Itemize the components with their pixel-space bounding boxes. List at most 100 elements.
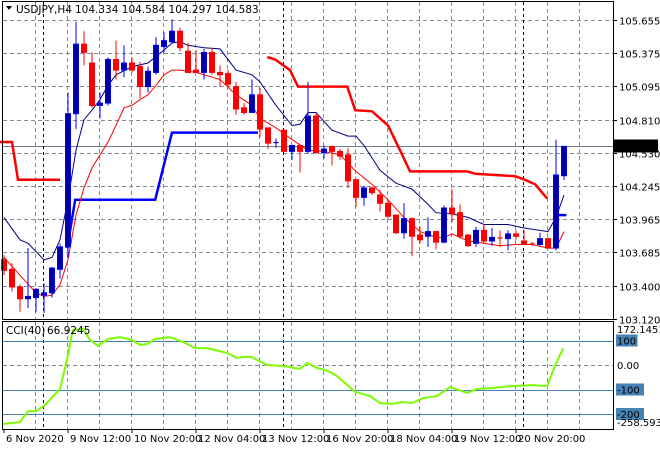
candle-body [225,73,231,85]
cci-axis-label: -100 [617,386,640,397]
candle-body [465,234,471,247]
candle-body [449,207,455,215]
time-axis-label: 20 Nov 20:00 [518,434,585,445]
time-axis-label: 6 Nov 2020 [6,434,64,445]
candle-body [401,218,407,234]
cci-axis-label: 100 [617,337,636,348]
price-axis-label: 105.375 [619,50,660,61]
candle-body [185,50,191,73]
bear-candle [393,214,399,234]
ohlc-label: 104.334 104.584 104.297 104.583 [75,4,259,16]
candle-body [521,240,527,246]
bull-candle [441,205,447,244]
time-axis-label: 19 Nov 12:00 [454,434,521,445]
cci-value-label: 66.9245 [47,325,90,337]
candle-body [409,218,415,237]
candle-body [257,94,263,130]
candle-body [473,229,479,244]
candle-body [89,62,95,106]
candle-body [33,288,39,299]
candle-body [481,229,487,242]
candle-body [345,154,351,182]
candle-body [273,141,279,144]
candle-body [297,145,303,152]
candle-body [145,70,151,88]
candle-body [329,146,335,152]
candle-body [433,231,439,243]
price-axis-label: 103.965 [619,216,660,227]
bear-candle [177,27,183,52]
candle-body [313,115,319,154]
candle-body [369,187,375,194]
candle-body [201,51,207,73]
candle-body [513,233,519,237]
candle-body [97,102,103,106]
candle-body [41,292,47,296]
candle-body [105,58,111,104]
price-axis-label: 103.400 [619,283,660,294]
candle-body [425,231,431,237]
bear-candle [281,129,287,152]
price-axis-label: 104.245 [619,183,660,194]
candle-body [233,86,239,110]
candle-body [73,43,79,115]
cci-axis-label: 0.00 [617,361,639,372]
candle-body [377,194,383,204]
candle-body [57,246,63,270]
symbol-label: USDJPY,H4 [16,4,72,16]
candle-body [505,233,511,240]
time-axis-label: 10 Nov 20:00 [134,434,201,445]
candle-body [177,30,183,49]
candle-body [137,66,143,88]
candle-body [529,243,535,245]
candle-body [241,107,247,114]
candle-body [553,174,559,249]
candle-body [249,94,255,114]
last-price-label: 104.583 [617,143,658,154]
time-axis-label: 12 Nov 04:00 [198,434,265,445]
price-chart[interactable]: 105.655105.375105.095104.810104.530104.2… [0,0,660,450]
candle-body [417,234,423,241]
candle-body [353,179,359,198]
candle-body [49,267,55,294]
bull-candle [561,145,567,181]
price-axis-label: 104.810 [619,117,660,128]
cci-name-label: CCI(40) [6,325,45,337]
candle-body [441,207,447,243]
time-axis-label: 13 Nov 12:00 [262,434,329,445]
price-axis-label: 105.655 [619,17,660,28]
candle-body [321,148,327,154]
bear-candle [385,200,391,219]
candle-body [561,145,567,177]
price-axis-label: 103.685 [619,249,660,260]
candle-body [393,214,399,234]
bear-candle [313,113,319,154]
candle-body [289,145,295,152]
candle-body [9,268,15,288]
candle-body [361,187,367,198]
candle-body [121,62,127,71]
bear-candle [545,237,551,249]
candle-body [169,30,175,43]
candle-body [281,129,287,152]
candle-body [305,115,311,152]
candle-body [537,238,543,246]
candle-body [153,44,159,73]
time-axis-label: 16 Nov 20:00 [326,434,393,445]
time-axis-label: 18 Nov 04:00 [390,434,457,445]
bull-candle [105,57,111,106]
candle-body [217,71,223,76]
cci-axis-label: 172.1451 [617,325,660,336]
candle-body [193,69,199,73]
candle-body [385,202,391,217]
candle-body [65,113,71,248]
candle-body [25,295,31,300]
bull-candle [49,266,55,298]
candle-body [497,237,503,239]
cci-axis-label: -258.5935 [617,418,660,429]
time-axis-label: 9 Nov 12:00 [70,434,131,445]
candle-body [457,212,463,237]
candle-body [17,286,23,300]
price-axis-label: 105.095 [619,83,660,94]
bear-candle [465,233,471,247]
